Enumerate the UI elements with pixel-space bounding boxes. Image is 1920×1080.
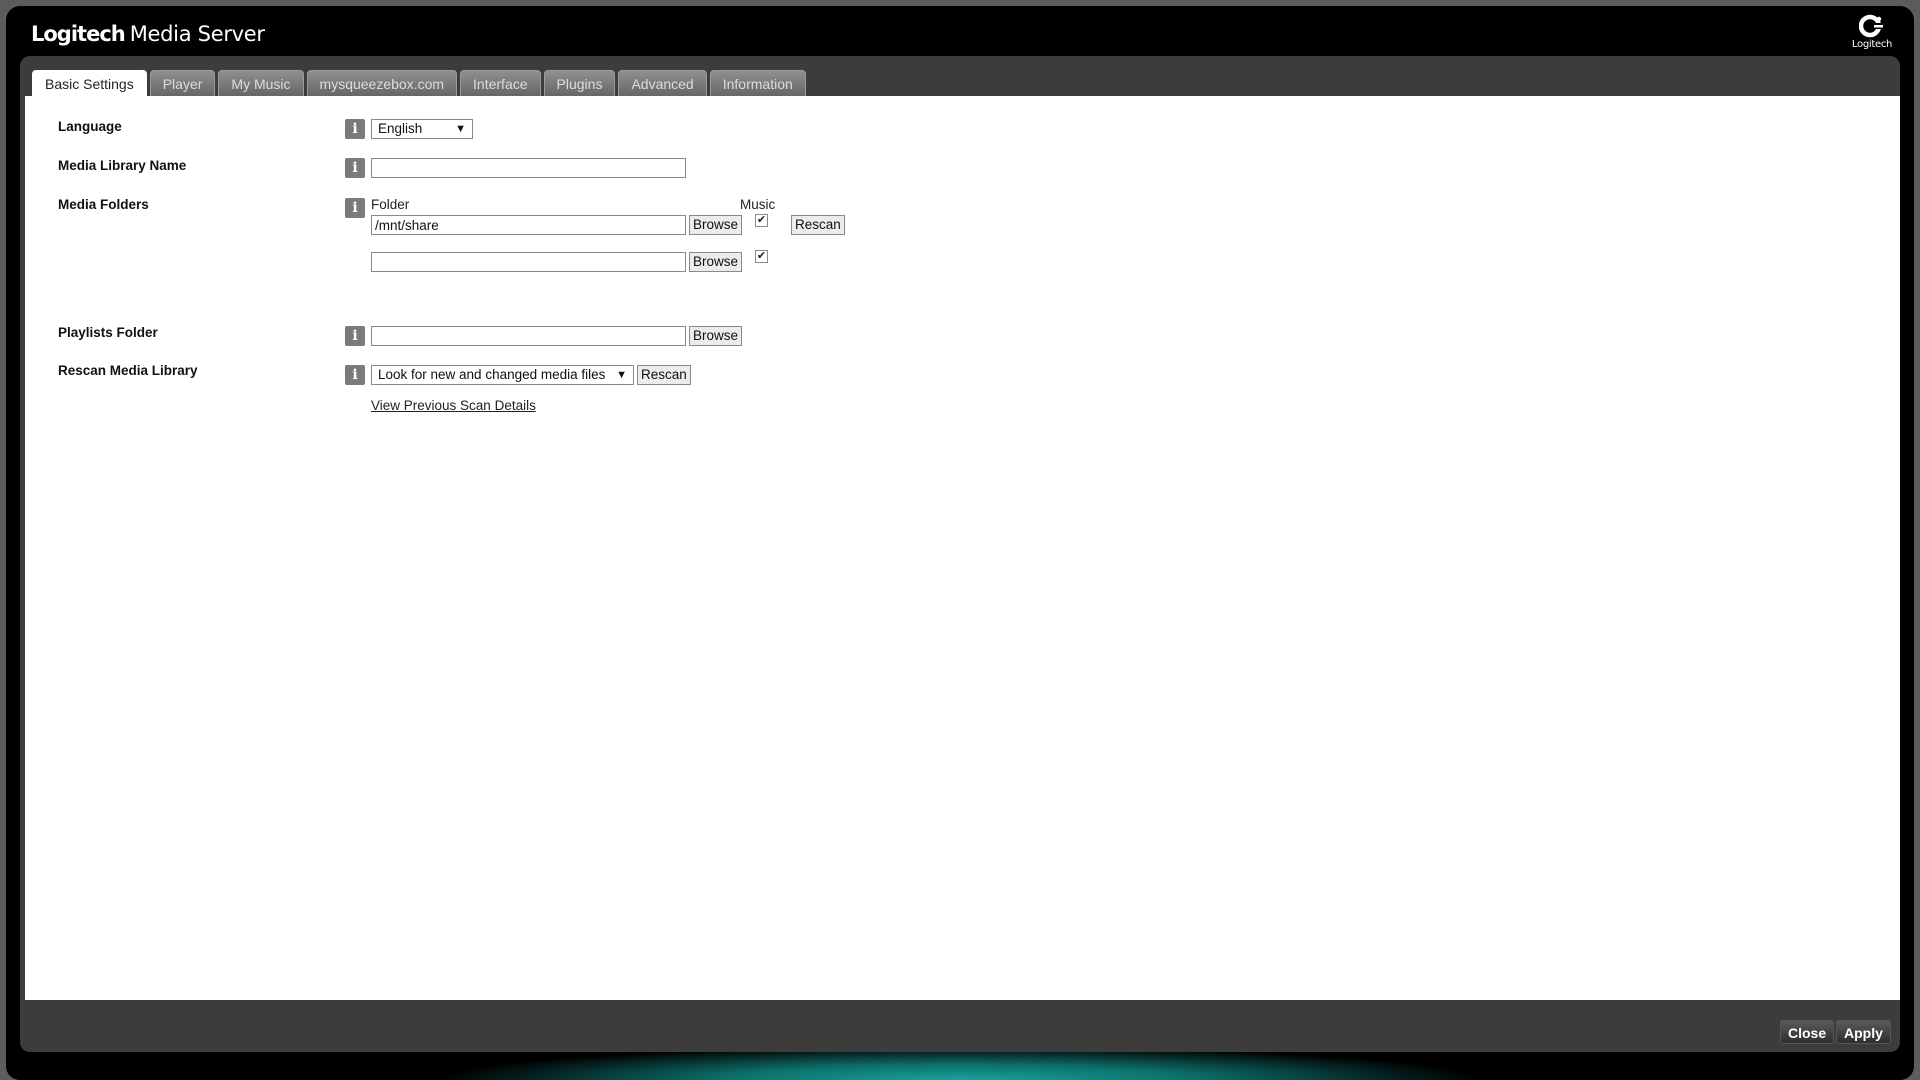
browse-button[interactable]: Browse	[689, 326, 743, 346]
music-checkbox[interactable]: ✔	[755, 214, 768, 227]
info-icon[interactable]: i	[345, 365, 365, 385]
info-icon[interactable]: i	[345, 326, 365, 346]
tab-information[interactable]: Information	[709, 70, 806, 96]
browse-button[interactable]: Browse	[689, 252, 743, 272]
tab-interface[interactable]: Interface	[460, 70, 541, 96]
library-name-input[interactable]	[371, 158, 686, 178]
logitech-logo-icon: Logitech	[1848, 14, 1896, 56]
playlists-label: Playlists Folder	[58, 325, 158, 340]
music-column-header: Music	[740, 197, 776, 212]
tab-advanced[interactable]: Advanced	[618, 70, 707, 96]
media-folders-label: Media Folders	[58, 197, 149, 212]
app-window: Logitech Media Server Logitech Basic Sett…	[6, 6, 1914, 1080]
app-name: Media Server	[129, 22, 265, 46]
library-name-label: Media Library Name	[58, 158, 187, 173]
chevron-down-icon: ▼	[455, 123, 466, 135]
close-button[interactable]: Close	[1780, 1020, 1835, 1044]
language-label: Language	[58, 119, 122, 134]
apply-button[interactable]: Apply	[1836, 1020, 1891, 1044]
settings-panel: Basic Settings Player My Music mysqueeze…	[20, 56, 1900, 1052]
language-value: English	[378, 121, 423, 136]
music-checkbox[interactable]: ✔	[755, 250, 768, 263]
tab-player[interactable]: Player	[149, 70, 216, 96]
tab-basic-settings[interactable]: Basic Settings	[32, 70, 147, 96]
playlists-path-input[interactable]	[371, 326, 686, 346]
browse-button[interactable]: Browse	[689, 215, 743, 235]
view-scan-details-link[interactable]: View Previous Scan Details	[371, 398, 536, 413]
info-icon[interactable]: i	[345, 119, 365, 139]
tab-plugins[interactable]: Plugins	[543, 70, 616, 96]
chevron-down-icon: ▼	[616, 369, 627, 381]
rescan-type-select[interactable]: Look for new and changed media files ▼	[371, 365, 634, 385]
info-icon[interactable]: i	[345, 158, 365, 178]
folder-path-input[interactable]	[371, 215, 686, 235]
info-icon[interactable]: i	[345, 198, 365, 218]
settings-content: Language i English ▼ Media Library Name …	[25, 96, 1900, 1000]
rescan-label: Rescan Media Library	[58, 363, 198, 378]
folder-path-input-empty[interactable]	[371, 252, 686, 272]
app-title: Logitech Media Server	[31, 22, 265, 46]
tab-my-music[interactable]: My Music	[218, 70, 304, 96]
folder-column-header: Folder	[371, 197, 410, 212]
language-select[interactable]: English ▼	[371, 119, 473, 139]
app-brand: Logitech	[31, 22, 126, 46]
tab-mysqueezebox[interactable]: mysqueezebox.com	[306, 70, 458, 96]
tab-bar: Basic Settings Player My Music mysqueeze…	[32, 70, 806, 96]
rescan-button[interactable]: Rescan	[637, 365, 691, 385]
logo-text: Logitech	[1851, 39, 1893, 50]
title-bar: Logitech Media Server Logitech	[6, 6, 1914, 60]
rescan-type-value: Look for new and changed media files	[378, 367, 606, 382]
folder-rescan-button[interactable]: Rescan	[791, 215, 845, 235]
